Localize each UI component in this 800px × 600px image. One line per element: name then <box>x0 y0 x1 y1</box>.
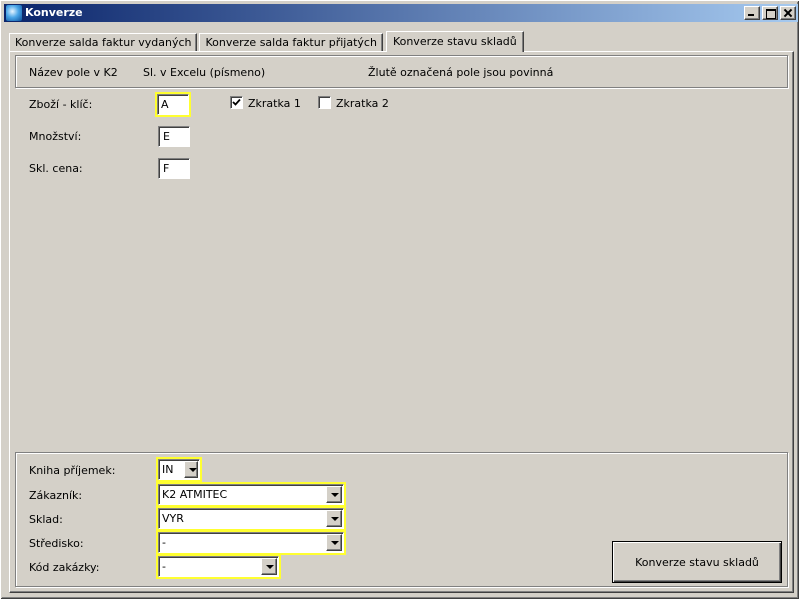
required-highlight: VYR <box>156 506 346 531</box>
header-group: Název pole v K2 Sl. v Excelu (písmeno) Ž… <box>15 55 788 88</box>
close-button[interactable] <box>780 6 796 20</box>
chevron-down-icon[interactable] <box>326 534 342 551</box>
column-header-field-name: Název pole v K2 <box>29 66 118 79</box>
field-label-zbozi-klic: Zboží - klíč: <box>29 98 93 111</box>
zakaznik-value: K2 ATMITEC <box>162 488 228 501</box>
tab-konverze-stavu-skladu[interactable]: Konverze stavu skladů <box>385 31 524 52</box>
zkratka-2-label: Zkratka 2 <box>336 97 389 110</box>
chevron-down-icon[interactable] <box>261 558 277 575</box>
skl-cena-input[interactable]: F <box>158 158 190 179</box>
required-highlight: A <box>155 92 191 117</box>
maximize-button[interactable] <box>762 6 778 20</box>
chevron-down-icon[interactable] <box>184 461 198 478</box>
tab-strip: Konverze salda faktur vydaných Konverze … <box>9 31 526 52</box>
app-icon <box>6 5 22 21</box>
konverze-window: Konverze Konverze salda faktur vydaných … <box>0 0 800 600</box>
tab-konverze-salda-faktur-prijatych[interactable]: Konverze salda faktur přijatých <box>199 33 383 51</box>
required-highlight: IN <box>156 457 202 482</box>
field-label-kod-zakazky: Kód zakázky: <box>29 561 100 574</box>
zakaznik-select[interactable]: K2 ATMITEC <box>158 484 344 505</box>
chevron-down-icon[interactable] <box>326 510 342 527</box>
chevron-down-icon[interactable] <box>326 486 342 503</box>
bottom-group: Kniha příjemek: IN Zákazník: K2 ATMITEC … <box>15 452 788 587</box>
kniha-prijemek-value: IN <box>162 463 174 476</box>
konverze-stavu-skladu-button[interactable]: Konverze stavu skladů <box>612 541 782 583</box>
skl-cena-value: F <box>163 162 170 175</box>
required-fields-note: Žlutě označená pole jsou povinná <box>368 66 554 79</box>
checkmark-icon <box>232 98 241 106</box>
field-label-kniha-prijemek: Kniha příjemek: <box>29 464 116 477</box>
field-label-mnozstvi: Množství: <box>29 130 82 143</box>
zbozi-klic-value: A <box>161 98 169 111</box>
column-header-excel-column: Sl. v Excelu (písmeno) <box>143 66 266 79</box>
field-label-zakaznik: Zákazník: <box>29 489 83 502</box>
kod-zakazky-value: - <box>162 560 166 573</box>
tab-panel: Název pole v K2 Sl. v Excelu (písmeno) Ž… <box>9 51 794 593</box>
sklad-value: VYR <box>162 512 184 525</box>
mnozstvi-value: E <box>163 130 170 143</box>
mnozstvi-input[interactable]: E <box>158 126 190 147</box>
zkratka-2-checkbox[interactable] <box>318 96 331 109</box>
zkratka-1-checkbox[interactable] <box>230 96 243 109</box>
field-label-sklad: Sklad: <box>29 513 63 526</box>
window-title: Konverze <box>25 6 83 19</box>
minimize-button[interactable] <box>744 6 760 20</box>
kod-zakazky-select[interactable]: - <box>158 556 279 577</box>
tab-konverze-salda-faktur-vydanych[interactable]: Konverze salda faktur vydaných <box>9 33 198 51</box>
required-highlight: - <box>156 554 281 579</box>
title-bar[interactable]: Konverze <box>4 4 798 22</box>
required-highlight: - <box>156 530 346 555</box>
kniha-prijemek-select[interactable]: IN <box>158 459 200 480</box>
stredisko-select[interactable]: - <box>158 532 344 553</box>
window-controls <box>742 6 796 20</box>
zkratka-1-label: Zkratka 1 <box>248 97 301 110</box>
sklad-select[interactable]: VYR <box>158 508 344 529</box>
field-label-stredisko: Středisko: <box>29 537 84 550</box>
required-highlight: K2 ATMITEC <box>156 482 346 507</box>
zbozi-klic-input[interactable]: A <box>157 94 189 115</box>
field-label-skl-cena: Skl. cena: <box>29 162 83 175</box>
stredisko-value: - <box>162 536 166 549</box>
